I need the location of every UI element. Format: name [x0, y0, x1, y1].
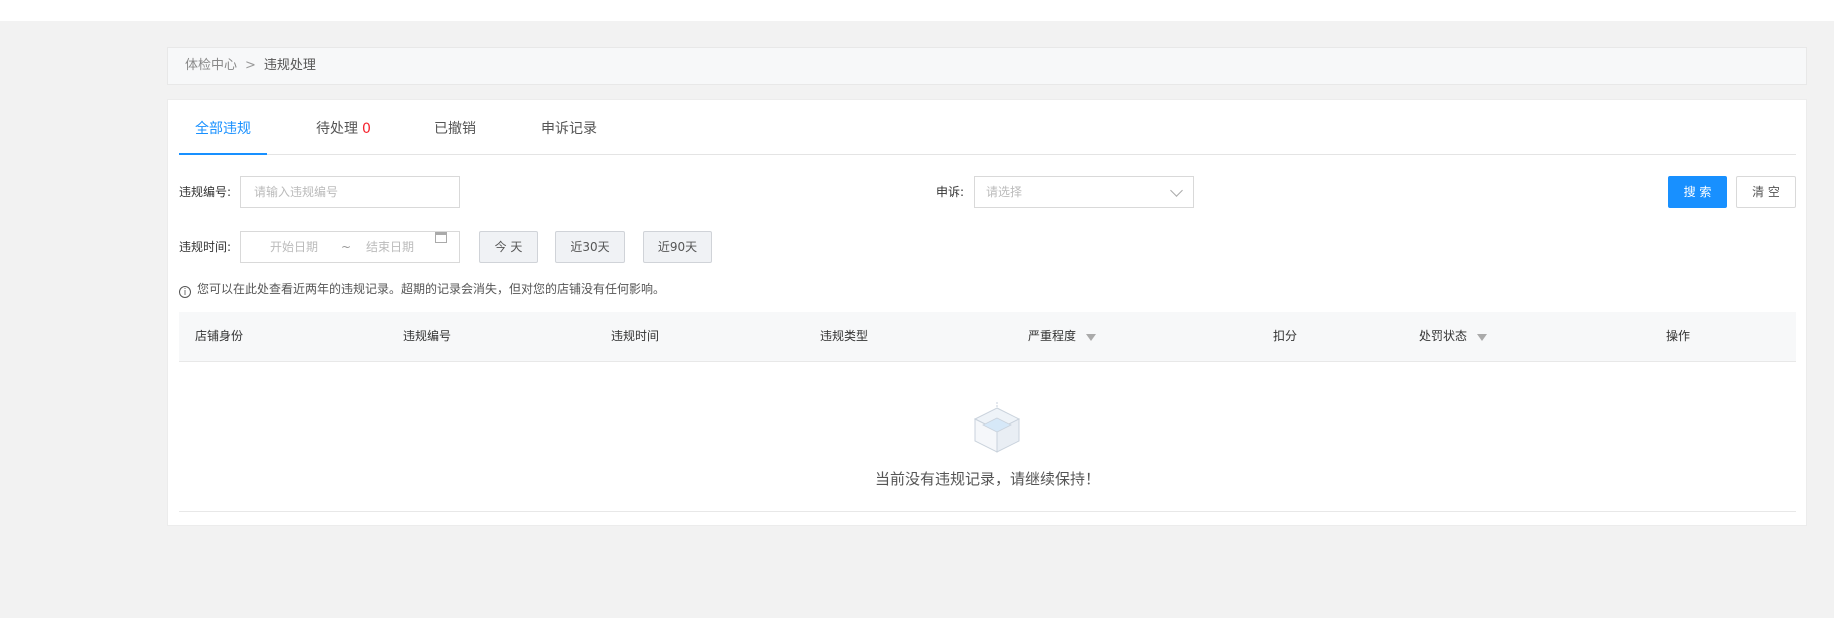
violation-no-label: 违规编号: — [179, 185, 232, 199]
main-panel: 全部违规 待处理0 已撤销 申诉记录 违规编号: 申诉: 请选择 搜 索 清 空… — [167, 99, 1807, 526]
info-icon: i — [179, 286, 191, 298]
violation-time-label: 违规时间: — [179, 240, 232, 254]
start-date-placeholder[interactable]: 开始日期 — [270, 232, 318, 262]
column-header-label: 处罚状态 — [1419, 329, 1468, 343]
retention-tip: i 您可以在此处查看近两年的违规记录。超期的记录会消失，但对您的店铺没有任何影响。 — [179, 281, 665, 298]
tab-all-violations[interactable]: 全部违规 — [179, 100, 267, 155]
quick-today-button[interactable]: 今 天 — [479, 231, 538, 263]
column-header: 扣分 — [1273, 329, 1298, 343]
end-date-placeholder[interactable]: 结束日期 — [366, 232, 414, 262]
severity-column-header: 严重程度 — [1028, 312, 1097, 361]
quick-30-days-button[interactable]: 近30天 — [555, 231, 625, 263]
breadcrumb-root[interactable]: 体检中心 — [185, 58, 237, 73]
column-header: 违规编号 — [403, 329, 452, 343]
appeal-select-placeholder: 请选择 — [986, 185, 1023, 199]
table-empty-state: 当前没有违规记录，请继续保持！ — [179, 362, 1796, 512]
tab-label: 已撤销 — [434, 121, 476, 137]
range-separator: ~ — [341, 240, 352, 254]
column-header: 违规类型 — [820, 329, 869, 343]
tip-text: 您可以在此处查看近两年的违规记录。超期的记录会消失，但对您的店铺没有任何影响。 — [197, 282, 666, 296]
tab-bar: 全部违规 待处理 0 已撤销 申诉记录 — [179, 100, 1796, 155]
breadcrumb-separator: > — [245, 58, 256, 73]
clear-button[interactable]: 清 空 — [1736, 176, 1796, 208]
violation-no-input[interactable] — [252, 177, 463, 207]
column-header: 店铺身份 — [195, 329, 244, 343]
search-button[interactable]: 搜 索 — [1668, 176, 1727, 208]
column-header: 违规时间 — [611, 329, 660, 343]
appeal-select[interactable]: 请选择 — [974, 176, 1194, 208]
breadcrumb: 体检中心 > 违规处理 — [167, 47, 1807, 85]
tab-revoked[interactable]: 已撤销 — [434, 100, 476, 155]
appeal-label: 申诉: — [936, 185, 965, 199]
calendar-icon — [435, 232, 447, 243]
tab-label: 待处理 — [316, 121, 358, 137]
breadcrumb-current: 违规处理 — [263, 58, 316, 73]
empty-state-message: 当前没有违规记录，请继续保持！ — [874, 470, 1100, 488]
table-header: 店铺身份 违规编号 违规时间 违规类型 严重程度 扣分 处罚状态 操作 — [179, 312, 1796, 362]
empty-box-icon — [973, 402, 1021, 453]
violation-no-field[interactable] — [240, 176, 463, 208]
column-header-label: 严重程度 — [1028, 329, 1077, 343]
quick-90-days-button[interactable]: 近90天 — [643, 231, 712, 263]
filter-icon[interactable] — [1086, 334, 1097, 341]
tab-label: 申诉记录 — [541, 121, 597, 137]
filter-icon[interactable] — [1477, 334, 1488, 341]
penalty-status-column-header: 处罚状态 — [1419, 312, 1488, 361]
tab-label: 全部违规 — [195, 121, 251, 137]
tab-pending[interactable]: 待处理 0 — [316, 100, 371, 155]
pending-count-badge: 0 — [362, 121, 371, 137]
date-range-picker[interactable]: 开始日期 ~ 结束日期 — [240, 231, 460, 263]
column-header: 操作 — [1666, 329, 1691, 343]
tab-appeal-records[interactable]: 申诉记录 — [541, 100, 597, 155]
chevron-down-icon — [1170, 184, 1183, 197]
top-bar — [0, 0, 1834, 21]
